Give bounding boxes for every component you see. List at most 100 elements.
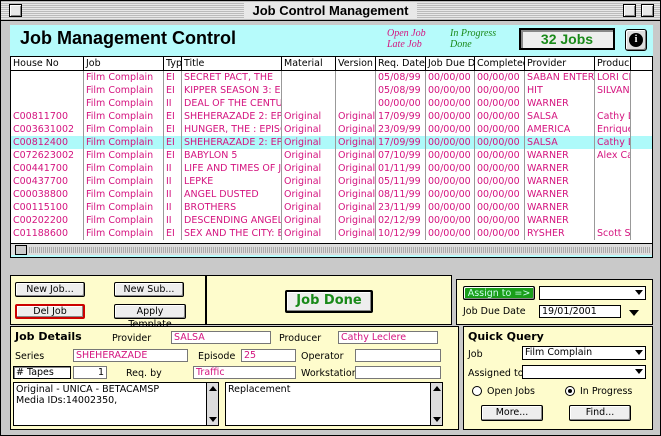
table-cell: II [164,175,182,188]
table-cell: Original [282,123,336,136]
job-due-date-field[interactable]: 19/01/2001 [539,305,621,318]
table-row[interactable]: C003631002 Film Complain EI HUNGER, THE : E… [11,123,652,136]
table-cell: Film Complain [84,71,164,84]
assign-to-button[interactable]: Assign to => [463,286,535,300]
more-button[interactable]: More... [481,405,543,421]
column-header[interactable]: Job Due Da [426,57,475,70]
column-header[interactable]: Completed [475,57,525,70]
table-cell: Film Complain [84,97,164,110]
table-cell: AMERICA [525,123,595,136]
producer-field[interactable]: Cathy Leclere [338,331,438,344]
table-cell: 00/00/00 [475,71,525,84]
table-cell: ANGEL DUSTED [182,188,282,201]
table-row[interactable]: Film Complain EI KIPPER SEASON 3: EP 05/08/… [11,84,652,97]
new-sub-button[interactable]: New Sub... [114,282,184,297]
column-header[interactable]: Material [282,57,336,70]
horizontal-scrollbar[interactable] [11,243,652,255]
replacement-textarea[interactable]: Replacement [225,382,443,426]
series-field[interactable]: SHEHERAZADE [73,349,188,362]
find-button[interactable]: Find... [569,405,631,421]
scroll-track[interactable] [29,247,650,253]
column-header[interactable]: Req. Date [376,57,426,70]
table-cell [595,97,631,110]
table-cell [595,201,631,214]
arrow-down-icon[interactable] [433,417,441,422]
table-cell: 00/00/00 [475,84,525,97]
column-header[interactable]: Provider [525,57,595,70]
table-cell: DESCENDING ANGEL [184,214,282,227]
new-job-button[interactable]: New Job... [15,282,85,297]
table-cell [11,97,84,110]
job-filter-dropdown[interactable]: Film Complain [522,346,646,360]
chevron-down-icon [635,290,643,295]
arrow-down-icon[interactable] [209,417,217,422]
table-cell: WARNER [525,149,595,162]
table-cell: SALSA [525,110,595,123]
table-cell: 23/09/99 [376,123,426,136]
table-cell [282,84,336,97]
table-row[interactable]: Film ComplainIIDEAL OF THE CENTURY 00/00/… [11,97,652,110]
arrow-up-icon[interactable] [433,386,441,391]
notes-scrollbar[interactable] [206,383,218,425]
table-cell: 01/11/99 [376,162,426,175]
table-cell [11,84,84,97]
table-cell: HIT [525,84,595,97]
app-window: Job Control Management Job Management Co… [0,0,661,436]
job-done-button[interactable]: Job Done [285,290,373,313]
table-row[interactable]: Film Complain EI SECRET PACT, THE 05/08/99 0… [11,71,652,84]
table-cell: SECRET PACT, THE [182,71,282,84]
table-cell: 00/00/00 [475,175,525,188]
assigned-to-dropdown[interactable] [522,365,646,379]
in-progress-radio[interactable] [565,386,575,396]
req-by-field[interactable]: Traffic [193,366,296,379]
column-header[interactable]: Title [182,57,282,70]
open-jobs-radio[interactable] [472,386,482,396]
table-cell: Film Complain [84,214,164,227]
table-row[interactable]: C00115100 Film Complain II BROTHERS Original… [11,201,652,214]
table-cell: Enrique [597,123,631,136]
operator-field[interactable] [355,349,441,362]
table-row[interactable]: C01188600 Film Complain EI SEX AND THE CITY… [11,227,652,240]
table-cell: Film Complain [84,136,164,149]
workstation-field[interactable] [355,366,441,379]
apply-template-button[interactable]: Apply Template [114,304,186,330]
column-header[interactable]: Job [84,57,164,70]
replacement-scrollbar[interactable] [430,383,442,425]
column-header[interactable]: Version [336,57,376,70]
table-row[interactable]: C072623002 Film Complain EI BABYLON 5 Origin… [11,149,652,162]
info-icon: i [629,33,643,47]
job-filter-label: Job [468,349,483,360]
info-button[interactable]: i [625,29,647,51]
table-cell: 00/00/00 [426,175,475,188]
date-arrow-icon[interactable] [629,310,639,316]
table-cell: Original [282,175,336,188]
table-row[interactable]: C00038800 Film Complain II ANGEL DUSTED Orig… [11,188,652,201]
assign-to-dropdown[interactable] [539,286,646,300]
table-row[interactable]: C00811700 Film Complain EI SHEHERAZADE 2: E… [11,110,652,123]
notes-textarea[interactable]: Original - UNICA - BETACAMSP Media IDs:1… [13,382,219,426]
column-header[interactable]: House No [11,57,84,70]
provider-field[interactable]: SALSA [171,331,271,344]
table-cell: 00/00/00 [475,214,525,227]
table-row[interactable]: C00812400 Film Complain EI SHEHERAZADE 2: E… [11,136,652,149]
collapse-box[interactable] [641,4,654,17]
table-row[interactable]: C00437700 Film Complain II LEPKE Original Ori… [11,175,652,188]
table-cell: 07/10/99 [376,149,426,162]
table-cell [282,71,336,84]
table-cell: 00/00/00 [475,97,525,110]
table-row[interactable]: C00202200 Film Complain II DESCENDING ANGEL… [11,214,652,227]
column-header[interactable]: Typ [164,57,182,70]
tapes-field[interactable]: 1 [73,366,107,379]
zoom-box[interactable] [623,4,636,17]
table-cell: SALSA [525,136,595,149]
arrow-up-icon[interactable] [209,386,217,391]
scroll-thumb[interactable] [15,245,27,255]
table-row[interactable]: C00441700 Film Complain II LIFE AND TIMES O… [11,162,652,175]
episode-field[interactable]: 25 [241,349,296,362]
table-cell [595,214,631,227]
table-cell: 00/00/00 [426,71,475,84]
table-cell: Original [338,110,376,123]
del-job-button[interactable]: Del Job [15,304,85,319]
table-cell: WARNER [525,188,595,201]
column-header[interactable]: Produc [595,57,631,70]
